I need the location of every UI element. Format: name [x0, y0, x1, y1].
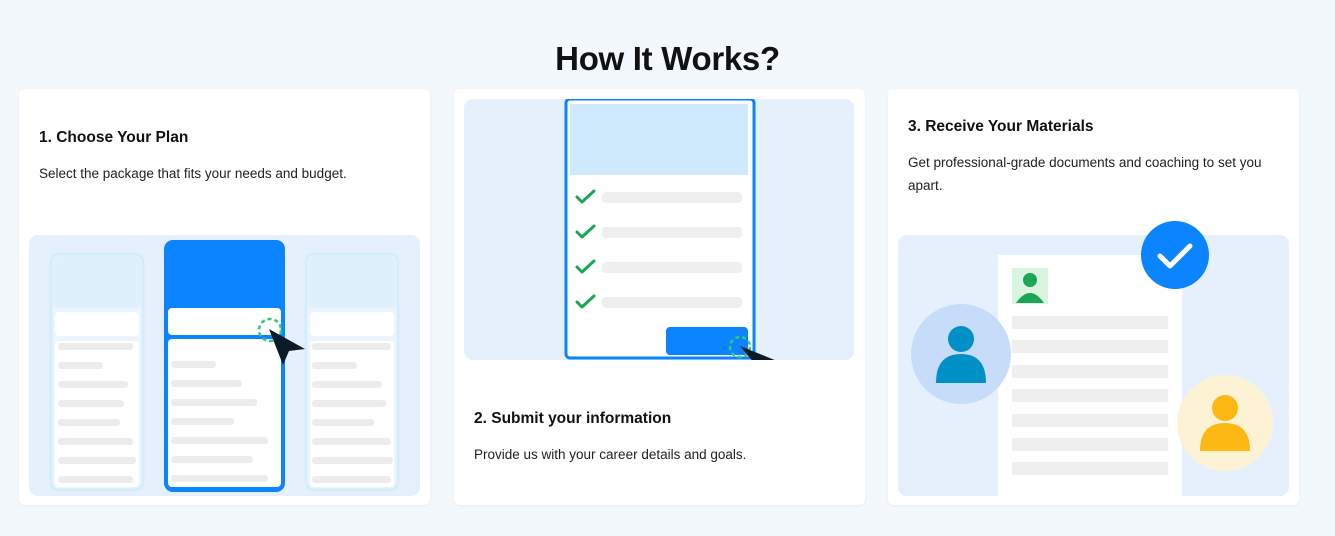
step-title: 1. Choose Your Plan: [39, 129, 189, 146]
step-card-submit-info: 2. Submit your information Provide us wi…: [454, 89, 865, 505]
checklist-form-illustration: [464, 99, 854, 360]
step-description: Select the package that fits your needs …: [39, 166, 347, 181]
step-description: Provide us with your career details and …: [474, 447, 747, 462]
plan-selection-illustration: [29, 235, 420, 496]
step-description: Get professional-grade documents and coa…: [908, 155, 1262, 193]
step-title: 2. Submit your information: [474, 410, 672, 427]
checklist-form-icon: [564, 99, 775, 360]
page-title: How It Works?: [555, 40, 780, 78]
plan-selection-icon: [49, 240, 400, 492]
step-card-receive-materials: 3. Receive Your Materials Get profession…: [888, 89, 1299, 505]
resume-document-icon: [911, 221, 1273, 496]
step-card-choose-plan: 1. Choose Your Plan Select the package t…: [19, 89, 430, 505]
resume-document-illustration: [898, 221, 1289, 496]
step-title: 3. Receive Your Materials: [908, 118, 1094, 135]
